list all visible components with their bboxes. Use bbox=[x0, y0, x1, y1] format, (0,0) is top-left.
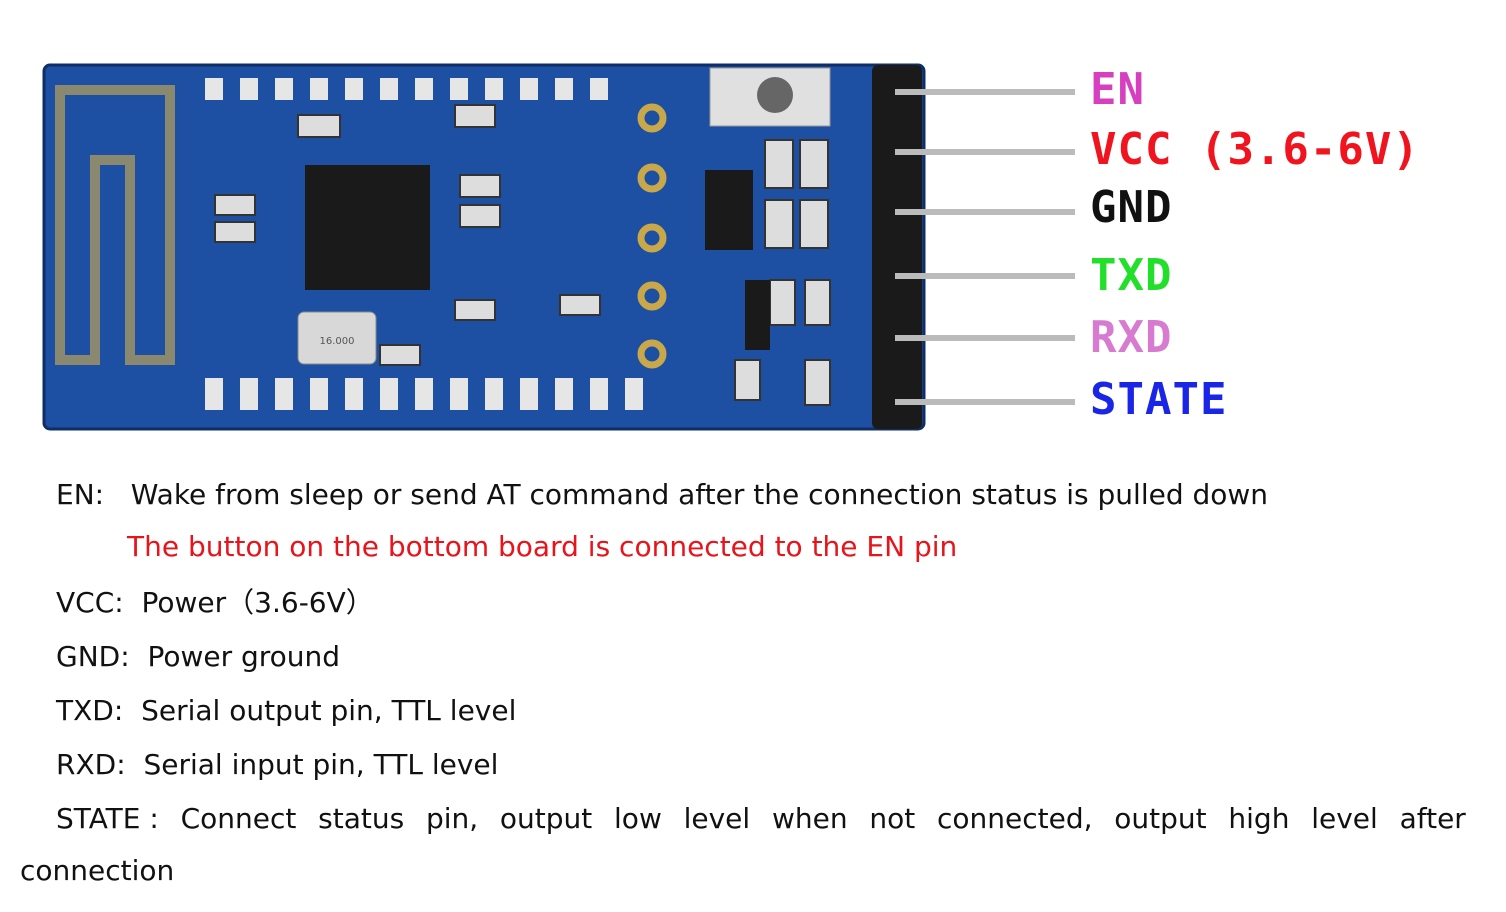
bluetooth-chip bbox=[305, 165, 430, 290]
pin-label-en: EN bbox=[1090, 64, 1145, 115]
desc-word: output bbox=[1114, 802, 1207, 835]
desc-word: low bbox=[614, 802, 662, 835]
desc-en: EN: Wake from sleep or send AT command a… bbox=[56, 481, 1268, 509]
desc-word: not bbox=[869, 802, 916, 835]
regulator bbox=[705, 170, 753, 250]
desc-state-continuation: connection bbox=[20, 854, 175, 887]
bluetooth-module-photo: 16.000 bbox=[42, 63, 1075, 431]
desc-rxd: RXD: Serial input pin, TTL level bbox=[56, 751, 498, 779]
desc-word: when bbox=[771, 802, 848, 835]
pin-label-state: STATE bbox=[1090, 374, 1228, 425]
desc-word: connected, bbox=[936, 802, 1093, 835]
desc-key: GND: bbox=[56, 640, 130, 673]
desc-gnd: GND: Power ground bbox=[56, 643, 340, 671]
desc-key: VCC: bbox=[56, 586, 124, 619]
pin-label-vcc: VCC (3.6-6V) bbox=[1090, 124, 1420, 175]
desc-word: level bbox=[1311, 802, 1378, 835]
desc-word: status bbox=[318, 802, 405, 835]
desc-word: high bbox=[1228, 802, 1290, 835]
desc-text: Power ground bbox=[147, 640, 341, 673]
desc-key: RXD: bbox=[56, 748, 126, 781]
pin-label-gnd: GND bbox=[1090, 182, 1173, 233]
desc-state: STATE : Connect status pin, output low l… bbox=[56, 805, 1466, 833]
desc-word: pin, bbox=[425, 802, 479, 835]
desc-key: EN: bbox=[56, 478, 105, 511]
desc-text: Power（3.6-6V） bbox=[141, 586, 374, 619]
svg-text:16.000: 16.000 bbox=[320, 336, 355, 347]
desc-key: STATE : bbox=[56, 802, 159, 835]
desc-word: level bbox=[683, 802, 751, 835]
pin-header bbox=[872, 65, 922, 429]
button-cap bbox=[757, 77, 793, 113]
desc-key: TXD: bbox=[56, 694, 124, 727]
pin-label-rxd: RXD bbox=[1090, 312, 1173, 363]
desc-word: after bbox=[1399, 802, 1466, 835]
desc-vcc: VCC: Power（3.6-6V） bbox=[56, 589, 374, 617]
pin-label-txd: TXD bbox=[1090, 250, 1173, 301]
desc-text: Serial input pin, TTL level bbox=[143, 748, 499, 781]
desc-word: output bbox=[499, 802, 593, 835]
desc-txd: TXD: Serial output pin, TTL level bbox=[56, 697, 516, 725]
desc-text: Wake from sleep or send AT command after… bbox=[130, 478, 1269, 511]
desc-text: Serial output pin, TTL level bbox=[141, 694, 517, 727]
desc-en-note: The button on the bottom board is connec… bbox=[127, 530, 958, 563]
desc-word: Connect bbox=[180, 802, 297, 835]
